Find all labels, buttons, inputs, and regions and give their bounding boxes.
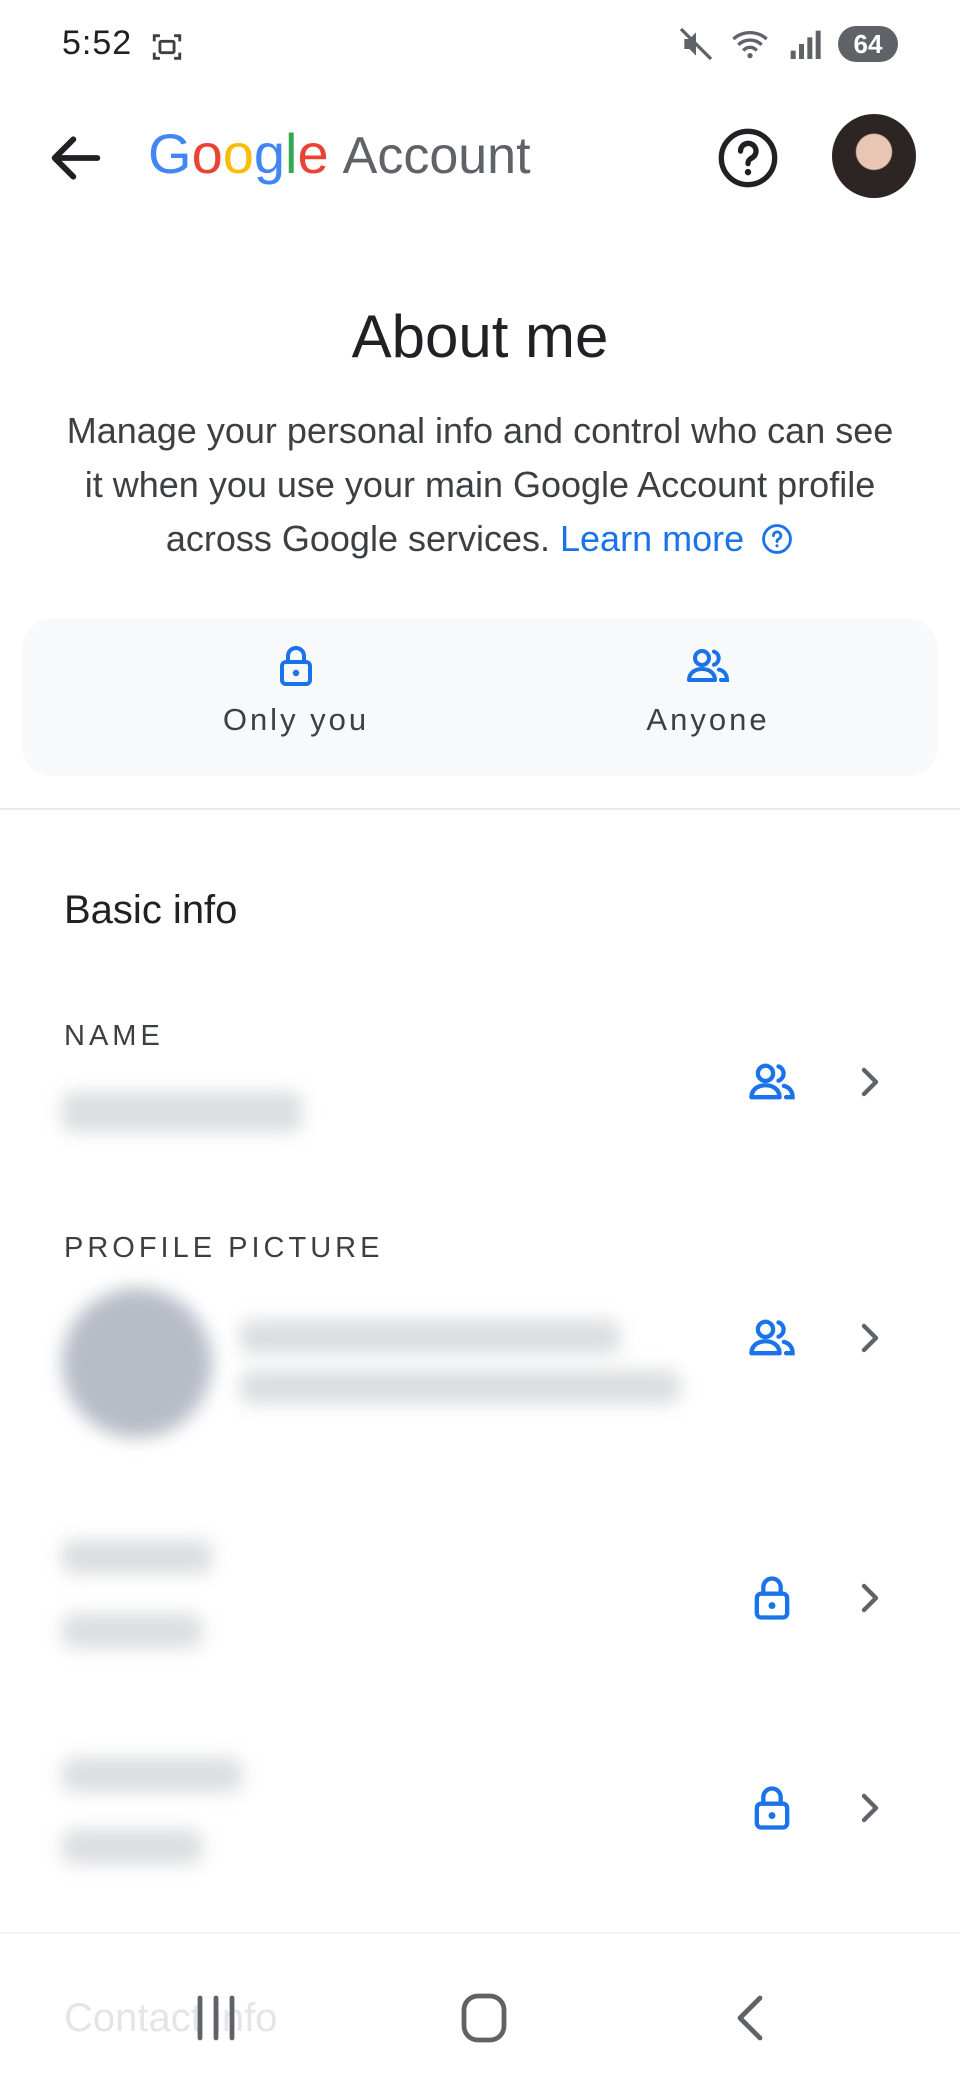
profile-picture-row[interactable]: PROFILE PICTURE: [0, 1220, 960, 1460]
page-description: Manage your personal info and control wh…: [60, 404, 900, 566]
home-icon[interactable]: [454, 1990, 514, 2046]
lock-icon: [754, 1786, 790, 1830]
wifi-icon: [732, 31, 768, 59]
profile-picture-redacted: [62, 1288, 212, 1438]
profile-picture-text-redacted: [240, 1370, 680, 1404]
app-bar: Google Account: [0, 96, 960, 220]
status-time: 5:52: [62, 24, 133, 62]
section-title-basic-info: Basic info: [64, 888, 238, 932]
page-title: About me: [351, 303, 609, 370]
name-label: NAME: [64, 1020, 164, 1052]
help-circle-icon[interactable]: [760, 522, 794, 556]
back-nav-icon[interactable]: [722, 1990, 782, 2046]
lock-icon: [754, 1576, 790, 1620]
chevron-right-icon: [861, 1793, 879, 1823]
status-icons: 64: [676, 24, 898, 64]
account-label: Account: [342, 127, 531, 185]
redacted-info-row[interactable]: [0, 1730, 960, 1910]
people-icon: [687, 649, 730, 682]
google-account-logo: Google Account: [148, 122, 531, 188]
battery-indicator: 64: [838, 26, 898, 62]
field-label-redacted: [62, 1758, 242, 1792]
field-value-redacted: [62, 1614, 202, 1648]
legend-anyone: Anyone: [558, 642, 858, 738]
mute-icon: [679, 27, 713, 61]
people-icon: [749, 1063, 795, 1100]
divider: [0, 808, 960, 810]
avatar[interactable]: [832, 114, 916, 198]
back-arrow-icon[interactable]: [44, 126, 108, 190]
screenshot-icon: [152, 34, 182, 60]
people-icon: [749, 1319, 795, 1356]
recent-apps-icon[interactable]: [186, 1990, 246, 2046]
legend-only-you-label: Only you: [222, 702, 370, 737]
profile-picture-text-redacted: [240, 1320, 620, 1354]
chevron-right-icon: [861, 1067, 879, 1097]
redacted-info-row[interactable]: [0, 1520, 960, 1700]
chevron-right-icon: [861, 1583, 879, 1613]
legend-anyone-label: Anyone: [646, 702, 770, 737]
signal-icon: [790, 30, 821, 59]
status-bar: 5:52 64: [0, 0, 960, 96]
lock-icon: [280, 646, 312, 686]
field-value-redacted: [62, 1830, 202, 1864]
name-row[interactable]: NAME: [0, 1010, 960, 1170]
chevron-right-icon: [861, 1323, 879, 1353]
name-value-redacted: [62, 1092, 302, 1132]
field-label-redacted: [62, 1540, 212, 1574]
visibility-legend: Only you Anyone: [22, 618, 938, 776]
learn-more-link[interactable]: Learn more: [560, 518, 744, 559]
legend-only-you: Only you: [146, 642, 446, 738]
help-circle-icon[interactable]: [716, 126, 780, 190]
google-logo: Google: [148, 122, 329, 185]
profile-picture-label: PROFILE PICTURE: [64, 1232, 384, 1264]
